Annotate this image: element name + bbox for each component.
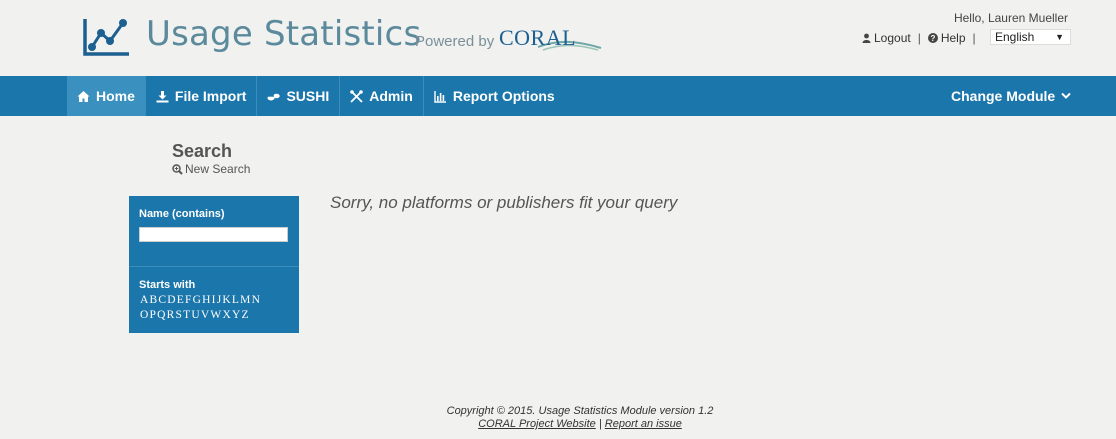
letter-link[interactable]: Z xyxy=(241,309,249,321)
letter-link[interactable]: E xyxy=(177,294,185,306)
letter-link[interactable]: P xyxy=(150,309,158,321)
name-contains-input[interactable] xyxy=(139,227,288,242)
letter-link[interactable]: N xyxy=(252,294,262,306)
starts-with-label: Starts with xyxy=(139,279,196,291)
nav-report-options-label: Report Options xyxy=(452,88,555,104)
help-link[interactable]: ? Help xyxy=(927,31,966,45)
download-icon xyxy=(156,90,169,102)
letter-link[interactable]: G xyxy=(193,294,203,306)
nav-sushi-label: SUSHI xyxy=(286,88,330,104)
nav-admin[interactable]: Admin xyxy=(340,76,424,116)
chevron-down-icon xyxy=(1061,92,1071,99)
letter-link[interactable]: K xyxy=(222,294,232,306)
user-icon xyxy=(862,33,871,43)
wrench-icon xyxy=(350,89,364,103)
user-greeting: Hello, Lauren Mueller xyxy=(953,11,1068,25)
new-search-label: New Search xyxy=(185,162,251,176)
letter-link[interactable]: H xyxy=(202,294,212,306)
header: Usage Statistics Powered by CORAL Hello,… xyxy=(0,0,1116,76)
dropdown-arrow-icon: ▼ xyxy=(1055,32,1064,42)
app-title: Usage Statistics xyxy=(146,14,422,54)
link-separator: | xyxy=(917,31,921,45)
footer-separator: | xyxy=(598,418,602,430)
sushi-icon xyxy=(267,93,281,100)
alphabet-row: ABCDEFGHIJKLMN xyxy=(140,293,290,308)
nav-file-import[interactable]: File Import xyxy=(146,76,258,116)
nav-file-import-label: File Import xyxy=(174,88,247,104)
letter-link[interactable]: S xyxy=(176,309,184,321)
nav-sushi[interactable]: SUSHI xyxy=(257,76,341,116)
letter-link[interactable]: A xyxy=(140,294,150,306)
letter-link[interactable]: R xyxy=(167,309,176,321)
panel-divider xyxy=(129,266,299,267)
coral-logo: CORAL xyxy=(499,25,577,50)
name-contains-label: Name (contains) xyxy=(139,208,225,220)
letter-link[interactable]: X xyxy=(222,309,232,321)
logout-label: Logout xyxy=(874,31,911,45)
letter-link[interactable]: O xyxy=(140,309,150,321)
search-panel: Name (contains) Starts with ABCDEFGHIJKL… xyxy=(129,196,299,333)
powered-by-text: Powered by xyxy=(415,33,495,50)
alphabet-filter: ABCDEFGHIJKLMN OPQRSTUVWXYZ xyxy=(140,293,290,323)
main-nav: Home File Import SUSHI Admin Report Opti… xyxy=(0,76,1116,116)
home-icon xyxy=(77,90,90,102)
change-module-label: Change Module xyxy=(951,88,1056,104)
letter-link[interactable]: L xyxy=(232,294,240,306)
letter-link[interactable]: W xyxy=(210,309,222,321)
letter-link[interactable]: Q xyxy=(157,309,167,321)
footer: Copyright © 2015. Usage Statistics Modul… xyxy=(0,405,1116,431)
copyright-text: Copyright © 2015. Usage Statistics Modul… xyxy=(446,405,714,417)
link-separator: | xyxy=(972,31,976,45)
letter-link[interactable]: D xyxy=(167,294,177,306)
new-search-link[interactable]: New Search xyxy=(172,162,250,176)
letter-link[interactable]: U xyxy=(191,309,201,321)
coral-project-link[interactable]: CORAL Project Website xyxy=(478,418,596,430)
search-heading: Search xyxy=(172,141,233,161)
letter-link[interactable]: F xyxy=(185,294,193,306)
letter-link[interactable]: M xyxy=(240,294,251,306)
nav-home[interactable]: Home xyxy=(67,76,146,116)
nav-home-label: Home xyxy=(96,88,135,104)
language-value: English xyxy=(995,30,1035,44)
help-label: Help xyxy=(940,31,966,45)
question-circle-icon: ? xyxy=(927,33,938,43)
language-select[interactable]: English ▼ xyxy=(990,29,1071,45)
user-links: Logout | ? Help | xyxy=(862,31,983,45)
line-chart-logo-icon xyxy=(83,19,129,56)
zoom-in-icon xyxy=(172,163,183,175)
change-module-menu[interactable]: Change Module xyxy=(951,76,1071,116)
svg-text:?: ? xyxy=(930,34,935,43)
letter-link[interactable]: C xyxy=(158,294,167,306)
nav-report-options[interactable]: Report Options xyxy=(424,76,565,116)
alphabet-row: OPQRSTUVWXYZ xyxy=(140,308,290,323)
logout-link[interactable]: Logout xyxy=(862,31,911,45)
no-results-message: Sorry, no platforms or publishers fit yo… xyxy=(330,193,678,212)
nav-admin-label: Admin xyxy=(369,88,413,104)
report-issue-link[interactable]: Report an issue xyxy=(605,418,682,430)
bar-chart-icon xyxy=(434,90,446,103)
footer-links: CORAL Project Website | Report an issue xyxy=(0,418,1116,431)
letter-link[interactable]: V xyxy=(201,309,211,321)
